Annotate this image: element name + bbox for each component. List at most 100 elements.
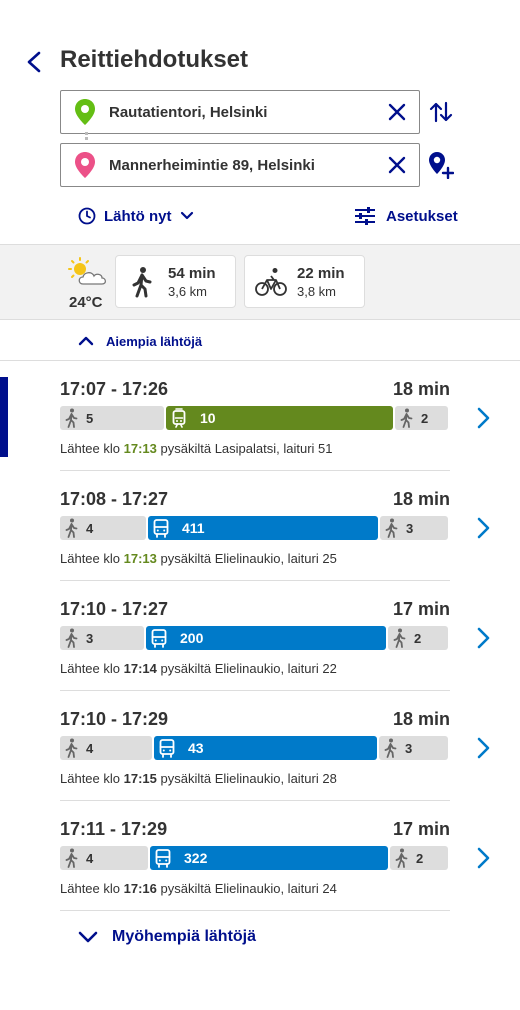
mode-alternatives: 24°C 54 min 3,6 km 22 min 3,8 km: [0, 244, 520, 320]
chevron-right-icon: [477, 517, 490, 539]
itinerary-duration: 18 min: [392, 709, 450, 729]
departure-stop: pysäkiltä Lasipalatsi, laituri 51: [160, 441, 333, 456]
open-itinerary-button[interactable]: [470, 625, 496, 651]
itinerary-time: 17:07 - 17:26: [60, 379, 169, 399]
bus-leg: 322: [150, 846, 388, 870]
itinerary-row[interactable]: 17:10 - 17:27 17 min 3 200 2 Lähtee klo 17:14…: [0, 581, 520, 691]
itinerary-duration: 17 min: [392, 599, 450, 619]
walk-icon: [379, 737, 401, 759]
later-departures-label: Myöhempiä lähtöjä: [112, 928, 257, 945]
walk-option[interactable]: 54 min 3,6 km: [115, 255, 236, 308]
departure-prefix: Lähtee klo: [60, 551, 120, 566]
departure-stop: pysäkiltä Elielinaukio, laituri 24: [160, 881, 337, 896]
walk-duration: 54 min: [168, 264, 216, 282]
chevron-left-icon: [27, 51, 41, 73]
walk-leg: 3: [379, 736, 448, 760]
route-number: 322: [184, 850, 208, 866]
itinerary-duration: 18 min: [392, 379, 450, 399]
itinerary-row[interactable]: 17:11 - 17:29 17 min 4 322 2 Lähtee klo 17:16…: [0, 801, 520, 911]
walk-leg-minutes: 2: [421, 410, 429, 426]
bicycle-option[interactable]: 22 min 3,8 km: [244, 255, 365, 308]
departure-stop: pysäkiltä Elielinaukio, laituri 25: [160, 551, 337, 566]
bus-icon: [150, 517, 172, 539]
departure-prefix: Lähtee klo: [60, 881, 120, 896]
chevron-up-icon: [78, 336, 94, 346]
walk-leg: 2: [395, 406, 448, 430]
route-number: 10: [200, 410, 216, 426]
departure-time: 17:13: [123, 441, 157, 456]
add-via-point-button[interactable]: [424, 148, 458, 182]
walk-leg-minutes: 4: [86, 740, 94, 756]
destination-field[interactable]: Mannerheimintie 89, Helsinki: [60, 143, 420, 187]
open-itinerary-button[interactable]: [470, 735, 496, 761]
swap-locations-button[interactable]: [424, 95, 458, 129]
bicycle-duration: 22 min: [297, 264, 345, 282]
later-departures-button[interactable]: Myöhempiä lähtöjä: [78, 924, 256, 950]
weather: 24°C: [64, 257, 110, 311]
itinerary-time: 17:08 - 17:27: [60, 489, 169, 509]
page-title: Reittiehdotukset: [60, 46, 249, 73]
departure-prefix: Lähtee klo: [60, 661, 120, 676]
header: Reittiehdotukset Rautatientori, Helsinki…: [0, 0, 520, 244]
walk-leg: 5: [60, 406, 164, 430]
walk-icon: [60, 847, 82, 869]
temperature: 24°C: [69, 294, 103, 311]
clear-destination-button[interactable]: [375, 143, 419, 187]
back-button[interactable]: [20, 48, 48, 76]
walk-leg: 3: [60, 626, 144, 650]
itinerary-duration: 17 min: [392, 819, 450, 839]
itinerary-time: 17:10 - 17:29: [60, 709, 169, 729]
walk-icon: [388, 627, 410, 649]
open-itinerary-button[interactable]: [470, 845, 496, 871]
walk-leg: 4: [60, 846, 148, 870]
departure-time-selector[interactable]: Lähtö nyt: [78, 204, 194, 228]
walk-leg: 3: [380, 516, 448, 540]
itinerary-row[interactable]: 17:10 - 17:29 18 min 4 43 3 Lähtee klo 17:15 …: [0, 691, 520, 801]
chevron-right-icon: [477, 407, 490, 429]
walk-icon: [60, 737, 82, 759]
destination-pin-icon: [61, 143, 109, 187]
walk-leg-minutes: 3: [406, 520, 414, 536]
departure-info: Lähtee klo 17:15 pysäkiltä Elielinaukio,…: [60, 771, 337, 786]
walk-icon: [116, 266, 168, 298]
origin-field[interactable]: Rautatientori, Helsinki: [60, 90, 420, 134]
chevron-down-icon: [180, 211, 193, 220]
departure-info: Lähtee klo 17:14 pysäkiltä Elielinaukio,…: [60, 661, 337, 676]
clock-icon: [78, 207, 96, 225]
bicycle-icon: [245, 267, 297, 297]
walk-leg: 2: [388, 626, 448, 650]
open-itinerary-button[interactable]: [470, 515, 496, 541]
walk-leg-minutes: 3: [86, 630, 94, 646]
close-icon: [388, 156, 406, 174]
leg-bar: 4 411 3: [60, 516, 448, 540]
departure-info: Lähtee klo 17:16 pysäkiltä Elielinaukio,…: [60, 881, 337, 896]
walk-icon: [60, 517, 82, 539]
walk-icon: [60, 407, 82, 429]
leg-bar: 4 322 2: [60, 846, 448, 870]
earlier-departures-label: Aiempia lähtöjä: [106, 333, 203, 349]
swap-arrows-icon: [429, 101, 453, 123]
itinerary-row[interactable]: 17:07 - 17:26 18 min 5 10 2 Lähtee klo 17:13 …: [0, 361, 520, 471]
bus-leg: 43: [154, 736, 377, 760]
earlier-departures-button[interactable]: Aiempia lähtöjä: [78, 330, 202, 352]
walk-leg: 2: [390, 846, 448, 870]
clear-origin-button[interactable]: [375, 90, 419, 134]
departure-prefix: Lähtee klo: [60, 771, 120, 786]
settings-button[interactable]: Asetukset: [354, 204, 458, 228]
bus-leg: 200: [146, 626, 386, 650]
departure-stop: pysäkiltä Elielinaukio, laituri 22: [160, 661, 337, 676]
bus-icon: [152, 847, 174, 869]
itinerary-row[interactable]: 17:08 - 17:27 18 min 4 411 3 Lähtee klo 17:13…: [0, 471, 520, 581]
departure-info: Lähtee klo 17:13 pysäkiltä Lasipalatsi, …: [60, 441, 332, 456]
walk-leg-minutes: 4: [86, 850, 94, 866]
leg-bar: 4 43 3: [60, 736, 448, 760]
tram-icon: [168, 407, 190, 429]
departure-time: 17:16: [123, 881, 157, 896]
walk-icon: [390, 847, 412, 869]
tram-leg: 10: [166, 406, 393, 430]
sliders-icon: [355, 207, 375, 225]
chevron-down-icon: [78, 931, 98, 943]
chevron-right-icon: [477, 847, 490, 869]
open-itinerary-button[interactable]: [470, 405, 496, 431]
bus-icon: [148, 627, 170, 649]
